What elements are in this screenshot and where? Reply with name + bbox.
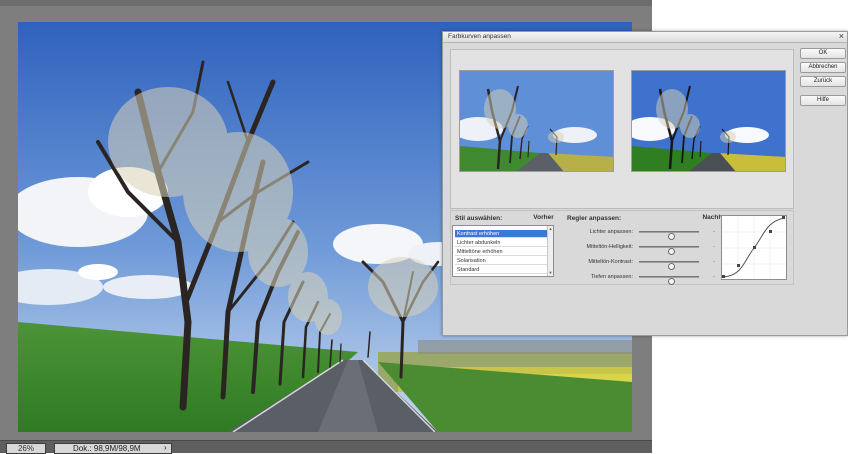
adjust-color-curves-dialog: Farbkurven anpassen × Vorher Nachher OK … bbox=[442, 31, 848, 336]
ok-button[interactable]: OK bbox=[800, 48, 846, 59]
status-bar: 26% Dok.: 98,9M/98,9M › bbox=[0, 440, 652, 454]
slider-dash: - bbox=[713, 244, 715, 250]
slider-dash: - bbox=[713, 259, 715, 265]
help-button[interactable]: Hilfe bbox=[800, 95, 846, 106]
midtone-brightness-slider-track[interactable] bbox=[639, 246, 699, 255]
sliders-label: Regler anpassen: bbox=[567, 215, 622, 222]
curve-graph[interactable] bbox=[721, 215, 787, 280]
dialog-titlebar[interactable]: Farbkurven anpassen × bbox=[443, 31, 847, 43]
doc-info-menu-arrow-icon[interactable]: › bbox=[164, 443, 167, 452]
before-preview-image bbox=[459, 70, 614, 172]
cancel-button[interactable]: Abbrechen bbox=[800, 62, 846, 73]
slider-knob[interactable] bbox=[668, 263, 675, 270]
slider-knob[interactable] bbox=[668, 248, 675, 255]
slider-label: Tiefen anpassen: bbox=[591, 274, 633, 280]
highlights-slider-track[interactable] bbox=[639, 231, 699, 240]
scroll-down-icon[interactable]: ▼ bbox=[548, 270, 553, 276]
scroll-up-icon[interactable]: ▲ bbox=[548, 226, 553, 232]
list-item[interactable]: Mitteltöne erhöhen bbox=[455, 248, 547, 256]
shadows-slider-row: Tiefen anpassen: - bbox=[567, 272, 719, 285]
midtone-contrast-slider-track[interactable] bbox=[639, 261, 699, 270]
list-item[interactable]: Solarisation bbox=[455, 257, 547, 265]
slider-knob[interactable] bbox=[668, 278, 675, 285]
reset-button[interactable]: Zurück bbox=[800, 76, 846, 87]
slider-dash: - bbox=[713, 274, 715, 280]
shadows-slider-track[interactable] bbox=[639, 276, 699, 285]
zoom-level-field[interactable]: 26% bbox=[6, 443, 46, 454]
midtone-brightness-slider-row: Mitteltön-Helligkeit: - bbox=[567, 242, 719, 255]
slider-label: Mitteltön-Helligkeit: bbox=[586, 244, 633, 250]
midtone-contrast-slider-row: Mitteltön-Kontrast: - bbox=[567, 257, 719, 270]
style-list[interactable]: Kontrast erhöhen Lichter abdunkeln Mitte… bbox=[452, 225, 554, 277]
list-scrollbar[interactable]: ▲ ▼ bbox=[547, 226, 553, 276]
document-size-info: Dok.: 98,9M/98,9M bbox=[54, 443, 172, 454]
slider-label: Lichter anpassen: bbox=[589, 229, 633, 235]
slider-dash: - bbox=[713, 229, 715, 235]
list-item[interactable]: Standard bbox=[455, 266, 547, 274]
workspace-top-bar bbox=[0, 0, 652, 6]
style-select-label: Stil auswählen: bbox=[455, 215, 503, 222]
dialog-title: Farbkurven anpassen bbox=[448, 33, 511, 40]
after-preview-image bbox=[631, 70, 786, 172]
list-item[interactable]: Kontrast erhöhen bbox=[455, 230, 547, 238]
slider-label: Mitteltön-Kontrast: bbox=[588, 259, 633, 265]
preview-panel: Vorher Nachher bbox=[450, 49, 794, 221]
close-icon[interactable]: × bbox=[839, 31, 844, 41]
highlights-slider-row: Lichter anpassen: - bbox=[567, 227, 719, 240]
slider-knob[interactable] bbox=[668, 233, 675, 240]
list-item[interactable]: Lichter abdunkeln bbox=[455, 239, 547, 247]
